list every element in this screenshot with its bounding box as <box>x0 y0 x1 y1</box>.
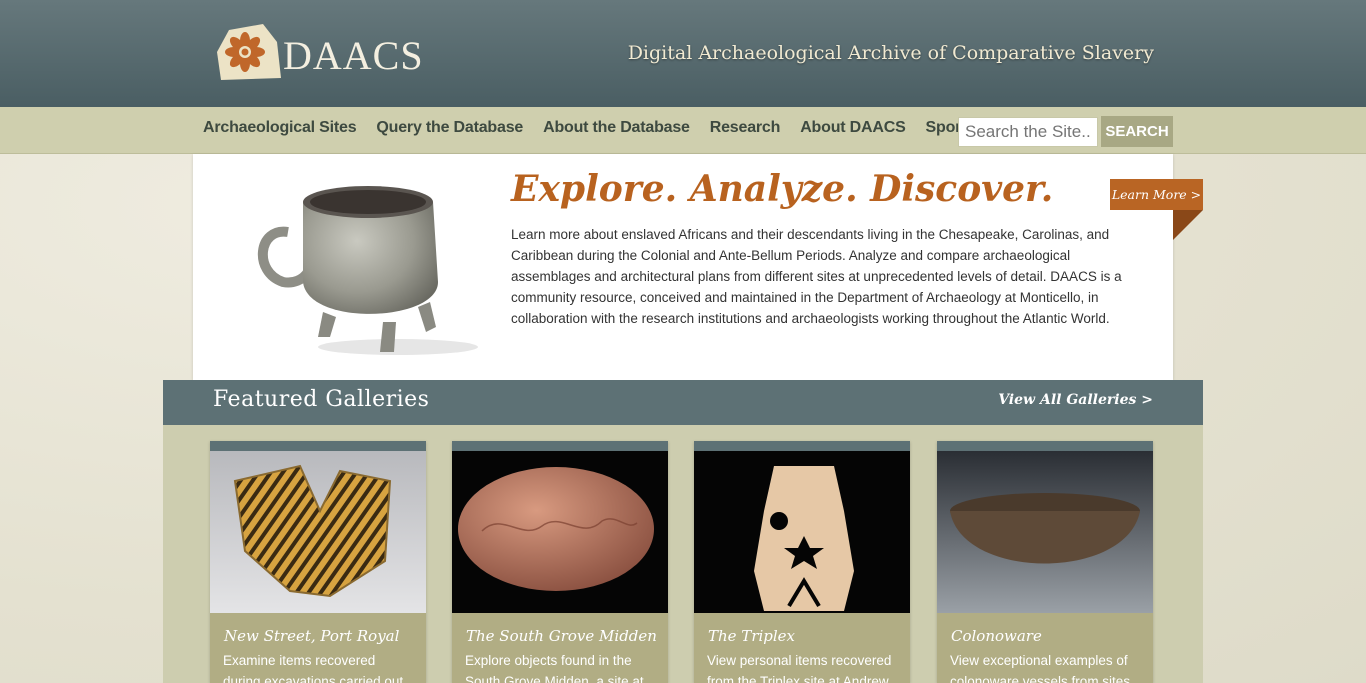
nav-item-research[interactable]: Research <box>700 119 790 137</box>
ribbon-fold <box>1173 210 1203 240</box>
featured-galleries-header: Featured Galleries View All Galleries > <box>163 380 1203 425</box>
gallery-card-south-grove[interactable]: The South Grove Midden Explore objects f… <box>452 441 668 683</box>
gallery-card-triplex[interactable]: The Triplex View personal items recovere… <box>694 441 910 683</box>
card-description: View exceptional examples of colonoware … <box>950 653 1131 683</box>
nav-item-about-database[interactable]: About the Database <box>533 119 700 137</box>
ceramic-pot-image <box>257 186 478 355</box>
card-description: Explore objects found in the South Grove… <box>465 653 644 683</box>
nav-item-query-database[interactable]: Query the Database <box>366 119 533 137</box>
site-header: DAACS Digital Archaeological Archive of … <box>0 0 1366 107</box>
hero-title: Explore. Analyze. Discover. <box>511 168 1054 210</box>
search-button[interactable]: SEARCH <box>1101 116 1173 147</box>
card-title: Colonoware <box>951 627 1042 645</box>
copper-plate-image <box>452 451 668 613</box>
nav-item-archaeological-sites[interactable]: Archaeological Sites <box>193 119 366 137</box>
gallery-card-colonoware[interactable]: Colonoware View exceptional examples of … <box>937 441 1153 683</box>
logo-text: DAACS <box>283 33 424 78</box>
slipware-sherd-image <box>210 451 426 613</box>
logo-emblem-icon <box>217 24 281 80</box>
nav-item-about-daacs[interactable]: About DAACS <box>790 119 915 137</box>
site-tagline: Digital Archaeological Archive of Compar… <box>627 42 1154 64</box>
featured-galleries-title: Featured Galleries <box>213 387 430 412</box>
view-all-galleries-link[interactable]: View All Galleries > <box>998 392 1153 408</box>
carved-artifact-image <box>694 451 910 613</box>
card-description: View personal items recovered from the T… <box>707 653 892 683</box>
search-input[interactable] <box>958 117 1098 147</box>
card-title: The South Grove Midden <box>466 627 657 645</box>
card-title: New Street, Port Royal <box>224 627 400 645</box>
learn-more-button[interactable]: Learn More > <box>1110 179 1203 210</box>
daacs-logo[interactable]: DAACS <box>215 22 423 84</box>
hero-description: Learn more about enslaved Africans and t… <box>511 227 1122 326</box>
card-description: Examine items recovered during excavatio… <box>223 653 404 683</box>
hero-panel: Explore. Analyze. Discover. Learn more a… <box>193 154 1173 380</box>
colonoware-bowl-image <box>937 451 1153 613</box>
gallery-card-new-street[interactable]: New Street, Port Royal Examine items rec… <box>210 441 426 683</box>
card-title: The Triplex <box>708 627 796 645</box>
